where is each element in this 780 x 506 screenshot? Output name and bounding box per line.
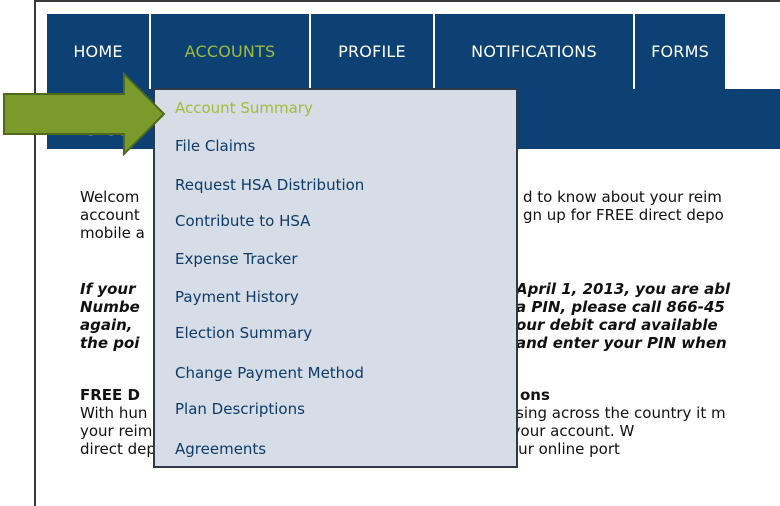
tab-home-label: HOME	[73, 42, 123, 61]
section-right-1: sing across the country it m	[516, 404, 726, 422]
tab-forms-label: FORMS	[651, 42, 709, 61]
tab-accounts-label: ACCOUNTS	[184, 42, 276, 61]
menu-item-change-payment-method[interactable]: Change Payment Method	[175, 364, 364, 382]
tab-profile[interactable]: PROFILE	[311, 14, 435, 89]
menu-item-file-claims[interactable]: File Claims	[175, 137, 255, 155]
menu-item-payment-history[interactable]: Payment History	[175, 288, 299, 306]
tab-notifications-label: NOTIFICATIONS	[471, 42, 597, 61]
tab-notifications[interactable]: NOTIFICATIONS	[435, 14, 635, 89]
notice-right-4: and enter your PIN when	[516, 334, 727, 352]
tab-forms[interactable]: FORMS	[635, 14, 727, 89]
section-heading-right: ons	[520, 386, 550, 404]
menu-item-plan-descriptions[interactable]: Plan Descriptions	[175, 400, 305, 418]
notice-right-3: our debit card available	[516, 316, 718, 334]
notice-right-1: April 1, 2013, you are abl	[516, 280, 731, 298]
menu-item-account-summary[interactable]: Account Summary	[175, 99, 313, 117]
tab-profile-label: PROFILE	[338, 42, 406, 61]
menu-item-agreements[interactable]: Agreements	[175, 440, 266, 458]
menu-item-election-summary[interactable]: Election Summary	[175, 324, 312, 342]
menu-item-request-hsa-distribution[interactable]: Request HSA Distribution	[175, 176, 364, 194]
pointer-arrow-icon	[3, 71, 166, 157]
intro-right-2: gn up for FREE direct depo	[523, 206, 724, 224]
menu-item-expense-tracker[interactable]: Expense Tracker	[175, 250, 298, 268]
menu-item-contribute-to-hsa[interactable]: Contribute to HSA	[175, 212, 310, 230]
accounts-dropdown-menu: Account Summary File Claims Request HSA …	[153, 88, 518, 468]
notice-right-2: a PIN, please call 866-45	[516, 298, 725, 316]
intro-right-1: d to know about your reim	[523, 188, 722, 206]
